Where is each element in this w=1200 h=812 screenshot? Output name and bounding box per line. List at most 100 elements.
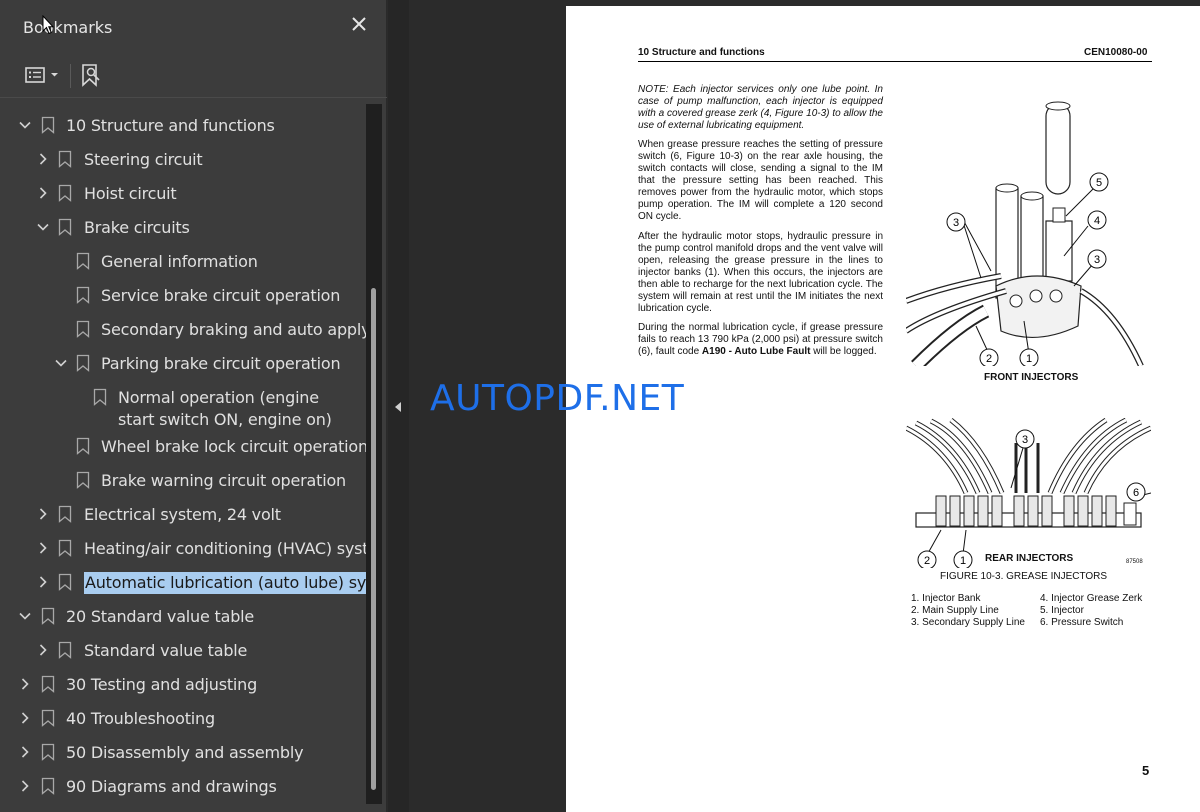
chevron-right-icon[interactable]: [36, 643, 50, 657]
bookmark-icon: [93, 388, 107, 406]
bookmark-item[interactable]: 10 Structure and functions: [0, 108, 366, 140]
front-injectors-caption: FRONT INJECTORS: [984, 372, 1079, 383]
callout-3b: 3: [1094, 254, 1100, 266]
legend-item: 4. Injector Grease Zerk: [1040, 593, 1143, 604]
bookmark-label: 10 Structure and functions: [66, 116, 275, 135]
front-injectors-illustration: 3 5 4 3 2 1: [906, 101, 1144, 366]
bookmark-label: 40 Troubleshooting: [66, 709, 215, 728]
bookmark-icon: [76, 471, 90, 489]
chevron-right-icon[interactable]: [18, 779, 32, 793]
callout-5: 5: [1096, 177, 1102, 189]
bookmark-item[interactable]: 30 Testing and adjusting: [0, 667, 366, 699]
chevron-right-icon[interactable]: [36, 575, 50, 589]
chevron-down-icon[interactable]: [18, 118, 32, 132]
bookmark-icon: [58, 150, 72, 168]
bookmark-icon: [58, 573, 72, 591]
bookmark-label: Brake circuits: [84, 218, 190, 237]
figure-id: 87508: [1126, 559, 1143, 565]
bookmarks-header: Bookmarks: [0, 0, 387, 54]
chevron-down-icon[interactable]: [54, 356, 68, 370]
rear-callout-2: 2: [924, 555, 930, 567]
figure-caption: FIGURE 10-3. GREASE INJECTORS: [940, 571, 1108, 582]
chevron-right-icon[interactable]: [36, 186, 50, 200]
rear-callout-3: 3: [1022, 434, 1028, 446]
paragraph-pressure-switch: When grease pressure reaches the setting…: [638, 139, 883, 222]
bookmarks-toolbar: [0, 54, 387, 98]
chevron-right-icon[interactable]: [18, 745, 32, 759]
bookmark-icon: [41, 675, 55, 693]
rear-callout-1: 1: [960, 555, 966, 567]
chevron-right-icon[interactable]: [36, 541, 50, 555]
bookmark-label: Standard value table: [84, 641, 248, 660]
list-options-button[interactable]: [22, 61, 62, 89]
bookmark-item[interactable]: Electrical system, 24 volt: [0, 497, 366, 529]
chevron-right-icon[interactable]: [36, 507, 50, 521]
bookmark-label: 90 Diagrams and drawings: [66, 777, 277, 796]
bookmark-item[interactable]: 50 Disassembly and assembly: [0, 735, 366, 767]
bookmark-label: Parking brake circuit operation: [101, 354, 341, 373]
bookmark-label: 30 Testing and adjusting: [66, 675, 258, 694]
chevron-down-icon[interactable]: [36, 220, 50, 234]
bookmark-item[interactable]: General information: [0, 244, 366, 276]
fault-code: A190 - Auto Lube Fault: [701, 346, 811, 357]
bookmark-icon: [41, 777, 55, 795]
bookmark-label: Electrical system, 24 volt: [84, 505, 281, 524]
bookmark-item[interactable]: Brake circuits: [0, 210, 366, 242]
bookmark-search-icon: [82, 64, 100, 87]
bookmark-label: Secondary braking and auto apply: [101, 320, 366, 339]
bookmark-icon: [76, 252, 90, 270]
bookmark-item[interactable]: Automatic lubrication (auto lube) system: [0, 565, 366, 597]
page-number: 5: [1142, 763, 1150, 778]
legend-right: 4. Injector Grease Zerk 5. Injector 6. P…: [1040, 593, 1142, 629]
toolbar-divider: [70, 64, 71, 88]
bookmark-item[interactable]: 90 Diagrams and drawings: [0, 769, 366, 801]
scrollbar-thumb[interactable]: [371, 288, 376, 790]
bookmark-icon: [58, 505, 72, 523]
bookmark-label: 20 Standard value table: [66, 607, 255, 626]
watermark: AUTOPDF.NET: [430, 378, 685, 419]
bookmark-item[interactable]: Steering circuit: [0, 142, 366, 174]
bookmarks-tree: 10 Structure and functions Steering circu…: [0, 108, 366, 812]
bookmark-item[interactable]: 40 Troubleshooting: [0, 701, 366, 733]
bookmark-item[interactable]: Wheel brake lock circuit operation: [0, 429, 366, 461]
chevron-right-icon[interactable]: [18, 711, 32, 725]
rear-injectors-illustration: 3 6 2 1: [906, 418, 1151, 568]
collapse-panel-icon[interactable]: [395, 402, 401, 412]
chevron-right-icon[interactable]: [18, 677, 32, 691]
legend-item: 1. Injector Bank: [911, 593, 981, 604]
legend-item: 2. Main Supply Line: [911, 605, 999, 616]
bookmark-item[interactable]: Hoist circuit: [0, 176, 366, 208]
chevron-right-icon[interactable]: [36, 152, 50, 166]
paragraph-hydraulic-motor: After the hydraulic motor stops, hydraul…: [638, 231, 883, 314]
bookmark-item[interactable]: Secondary braking and auto apply: [0, 312, 366, 344]
bookmark-icon: [41, 709, 55, 727]
callout-1: 1: [1026, 353, 1032, 365]
callout-4: 4: [1094, 215, 1100, 227]
bookmark-item[interactable]: Parking brake circuit operation: [0, 346, 366, 378]
mouse-cursor-icon: [42, 15, 54, 35]
callout-2: 2: [986, 353, 992, 365]
bookmark-item[interactable]: Standard value table: [0, 633, 366, 665]
paragraph-fault-code-text-b: will be logged.: [810, 346, 877, 357]
chevron-down-icon[interactable]: [18, 609, 32, 623]
close-icon[interactable]: [348, 14, 370, 36]
legend-item: 6. Pressure Switch: [1040, 617, 1124, 628]
bookmark-label: Automatic lubrication (auto lube) system: [84, 572, 366, 594]
bookmark-label: Normal operation (engine start switch ON…: [118, 388, 332, 429]
bookmark-item[interactable]: Heating/air conditioning (HVAC) system: [0, 531, 366, 563]
bookmark-icon: [41, 607, 55, 625]
bookmark-item[interactable]: Normal operation (engine start switch ON…: [0, 380, 366, 429]
list-options-icon: [25, 67, 58, 83]
bookmark-icon: [41, 116, 55, 134]
bookmark-icon: [58, 184, 72, 202]
bookmark-item[interactable]: 20 Standard value table: [0, 599, 366, 631]
callout-3a: 3: [953, 217, 959, 229]
bookmark-search-button[interactable]: [78, 61, 104, 89]
bookmark-item[interactable]: Brake warning circuit operation: [0, 463, 366, 495]
bookmark-item[interactable]: Service brake circuit operation: [0, 278, 366, 310]
legend-item: 3. Secondary Supply Line: [911, 617, 1025, 628]
page-header-section: 10 Structure and functions: [638, 47, 765, 58]
bookmark-icon: [76, 286, 90, 304]
bookmark-label: 50 Disassembly and assembly: [66, 743, 304, 762]
bookmark-label: Hoist circuit: [84, 184, 177, 203]
